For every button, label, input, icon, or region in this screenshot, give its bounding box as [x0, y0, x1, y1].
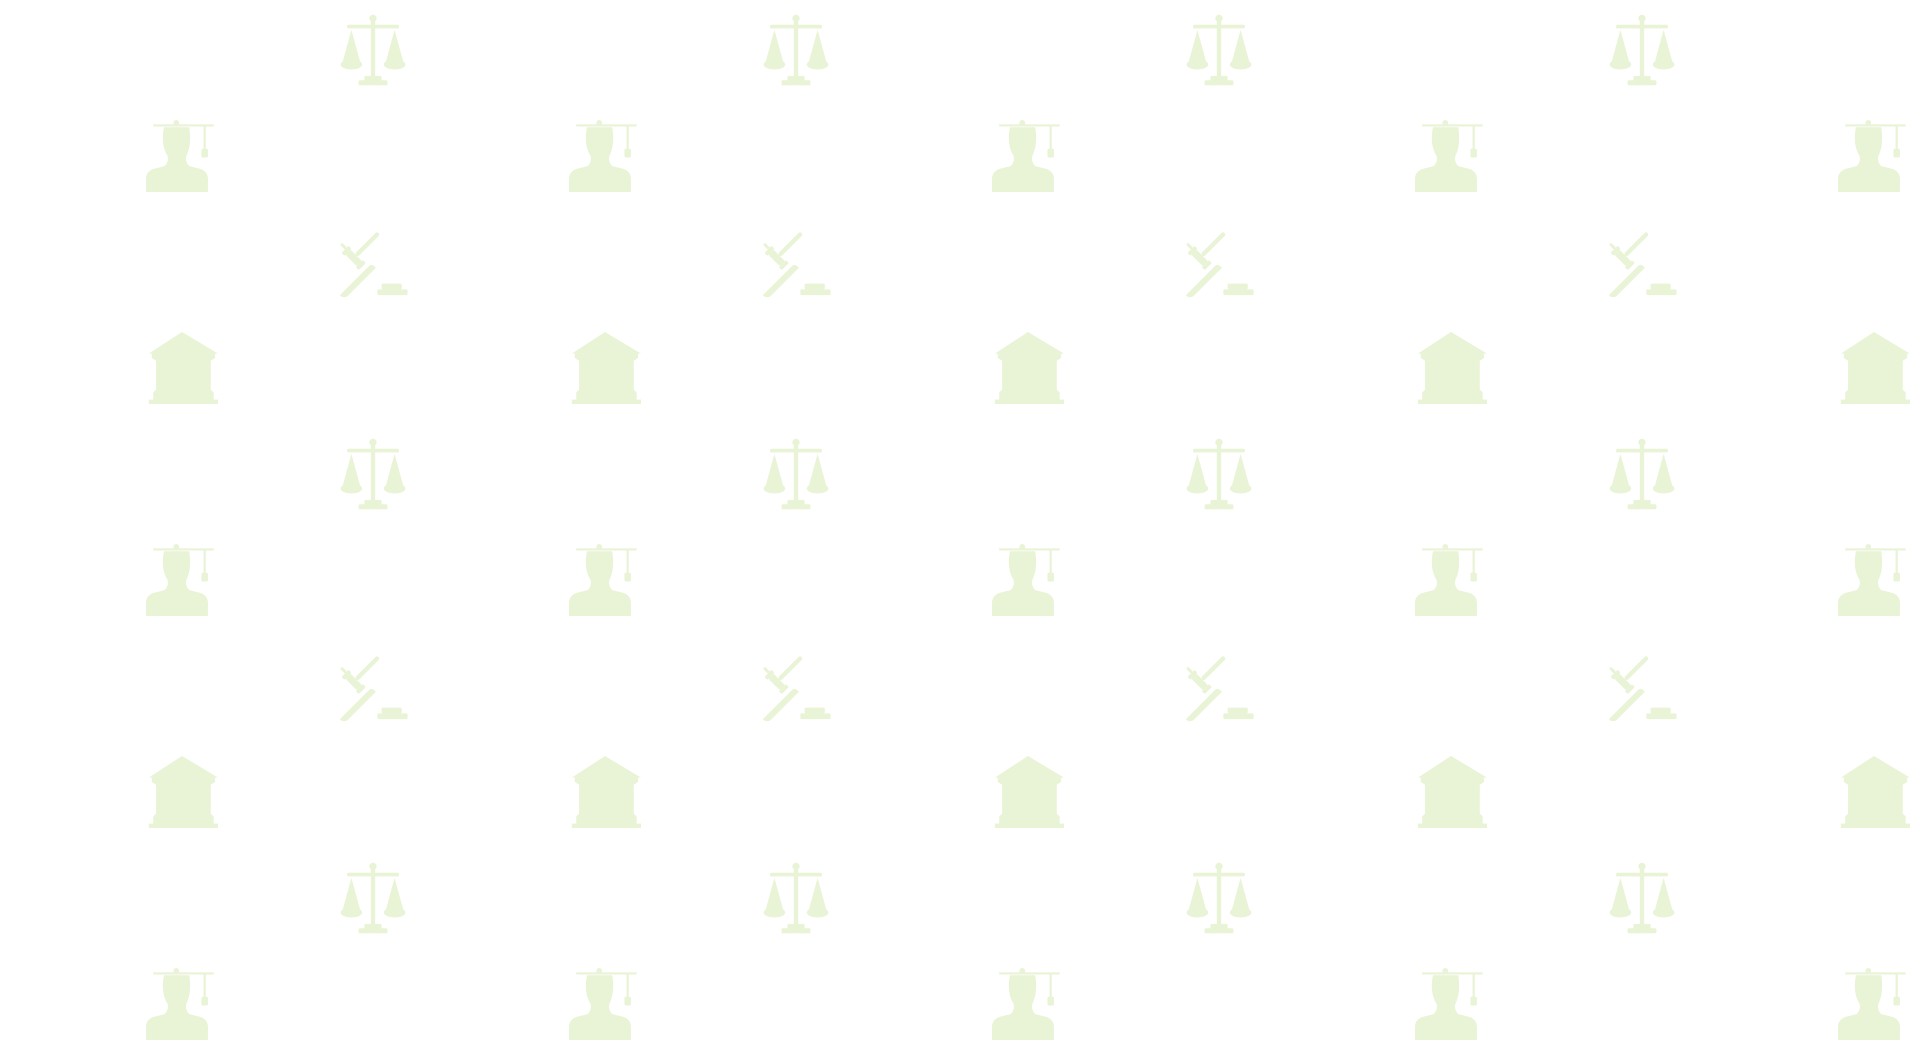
courthouse-icon — [1415, 756, 1487, 828]
graduate-person-icon — [992, 968, 1064, 1040]
scales-of-justice-icon — [337, 862, 409, 934]
gavel-icon — [760, 226, 832, 298]
graduate-person-icon — [992, 120, 1064, 192]
gavel-icon — [1183, 226, 1255, 298]
graduate-person-icon — [1838, 120, 1910, 192]
courthouse-icon — [146, 332, 218, 404]
scales-of-justice-icon — [760, 862, 832, 934]
gavel-icon — [760, 650, 832, 722]
courthouse-icon — [1838, 332, 1910, 404]
scales-of-justice-icon — [1183, 438, 1255, 510]
law-icon-pattern-background — [0, 0, 1920, 1059]
scales-of-justice-icon — [760, 438, 832, 510]
courthouse-icon — [992, 756, 1064, 828]
scales-of-justice-icon — [1606, 14, 1678, 86]
gavel-icon — [1606, 650, 1678, 722]
scales-of-justice-icon — [1183, 862, 1255, 934]
scales-of-justice-icon — [1183, 14, 1255, 86]
courthouse-icon — [1415, 332, 1487, 404]
scales-of-justice-icon — [337, 438, 409, 510]
graduate-person-icon — [146, 544, 218, 616]
graduate-person-icon — [1838, 544, 1910, 616]
gavel-icon — [1183, 650, 1255, 722]
graduate-person-icon — [569, 968, 641, 1040]
scales-of-justice-icon — [1606, 862, 1678, 934]
scales-of-justice-icon — [1606, 438, 1678, 510]
graduate-person-icon — [1415, 544, 1487, 616]
gavel-icon — [337, 226, 409, 298]
courthouse-icon — [1838, 756, 1910, 828]
graduate-person-icon — [569, 120, 641, 192]
scales-of-justice-icon — [337, 14, 409, 86]
graduate-person-icon — [569, 544, 641, 616]
graduate-person-icon — [146, 120, 218, 192]
courthouse-icon — [992, 332, 1064, 404]
gavel-icon — [1606, 226, 1678, 298]
graduate-person-icon — [1415, 120, 1487, 192]
courthouse-icon — [146, 756, 218, 828]
courthouse-icon — [569, 756, 641, 828]
courthouse-icon — [569, 332, 641, 404]
graduate-person-icon — [146, 968, 218, 1040]
graduate-person-icon — [1415, 968, 1487, 1040]
graduate-person-icon — [1838, 968, 1910, 1040]
scales-of-justice-icon — [760, 14, 832, 86]
graduate-person-icon — [992, 544, 1064, 616]
gavel-icon — [337, 650, 409, 722]
